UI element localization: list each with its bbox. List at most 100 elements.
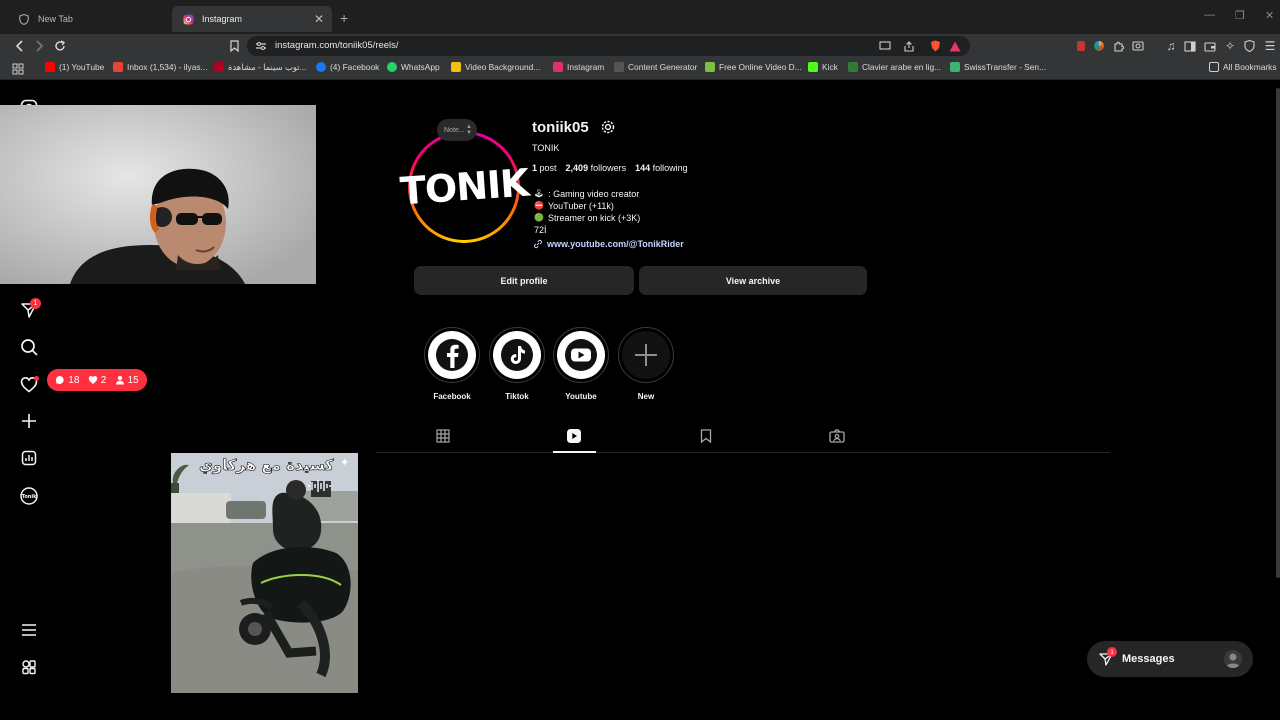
- create-icon[interactable]: [19, 411, 39, 431]
- apps-grid-icon[interactable]: [10, 61, 26, 77]
- bookmark-video-downloader[interactable]: Free Online Video D...: [705, 62, 802, 72]
- svg-text:Tonik: Tonik: [22, 494, 37, 500]
- taskbar-strip: [0, 693, 1280, 720]
- profile-avatar-icon[interactable]: Tonik: [19, 486, 39, 506]
- highlight-youtube[interactable]: Youtube: [552, 327, 610, 401]
- bookmark-video-background[interactable]: Video Background...: [451, 62, 540, 72]
- messages-unread-badge: 1: [1107, 647, 1117, 657]
- bookmark-youtube[interactable]: (1) YouTube: [45, 62, 104, 72]
- likes-count: 2: [88, 375, 106, 386]
- restore-icon[interactable]: ❐: [1235, 9, 1245, 22]
- address-bar[interactable]: instagram.com/toniik05/reels/: [247, 36, 970, 56]
- bio-line: 🟢 Streamer on kick (+3K): [534, 213, 641, 223]
- profile-bio: 🕹: Gaming video creator ⛔ YouTuber (+11k)…: [534, 188, 640, 236]
- reel-thumbnail[interactable]: كسيدة مع هركاوي ✦: [171, 453, 358, 693]
- posts-grid-icon[interactable]: [435, 428, 451, 444]
- extension-red-icon[interactable]: [1073, 38, 1089, 54]
- edit-profile-button[interactable]: Edit profile: [414, 266, 634, 295]
- bookmark-gmail[interactable]: Inbox (1,534) - ilyas...: [113, 62, 208, 72]
- browser-toolbar: instagram.com/toniik05/reels/ ♫ ✧ ☰: [0, 34, 1280, 58]
- topcinema-icon: [214, 62, 224, 72]
- site-info-icon[interactable]: [253, 38, 269, 54]
- highlight-facebook[interactable]: Facebook: [423, 327, 481, 401]
- back-icon[interactable]: [12, 38, 28, 54]
- posts-stat: 1 post: [532, 163, 557, 173]
- browser-tab-bar: New Tab Instagram ✕ + — ❐ ✕: [0, 0, 1280, 34]
- webcam-overlay: [0, 105, 316, 284]
- bookmark-swisstransfer[interactable]: SwissTransfer - Sen...: [950, 62, 1046, 72]
- saved-bookmark-icon[interactable]: [698, 428, 714, 444]
- sparkle-icon: ✦: [340, 457, 350, 469]
- active-tab-indicator: [553, 451, 596, 453]
- sidebar-toggle-icon[interactable]: [1182, 38, 1198, 54]
- view-archive-button[interactable]: View archive: [639, 266, 867, 295]
- followers-stat[interactable]: 2,409 followers: [566, 163, 627, 173]
- tab-new-tab[interactable]: New Tab: [8, 6, 170, 32]
- search-icon[interactable]: [19, 337, 39, 357]
- highlight-new[interactable]: New: [617, 327, 675, 401]
- extension-color-icon[interactable]: [1091, 38, 1107, 54]
- share-icon[interactable]: [901, 38, 917, 54]
- gmail-icon: [113, 62, 123, 72]
- cast-icon[interactable]: [877, 38, 893, 54]
- tiktok-icon: [493, 331, 541, 379]
- tab-instagram[interactable]: Instagram ✕: [172, 6, 332, 32]
- shield-icon: [18, 13, 30, 25]
- vpn-icon[interactable]: [1241, 38, 1257, 54]
- bookmark-whatsapp[interactable]: WhatsApp: [387, 62, 440, 72]
- brave-rewards-icon[interactable]: [947, 38, 963, 54]
- forward-icon[interactable]: [31, 38, 47, 54]
- more-menu-icon[interactable]: [19, 620, 39, 640]
- bookmark-topcinema[interactable]: توب سينما - مشاهدة...: [214, 62, 306, 72]
- video-background-icon: [451, 62, 461, 72]
- bookmark-facebook[interactable]: (4) Facebook: [316, 62, 379, 72]
- comment-icon: [56, 375, 64, 385]
- following-stat[interactable]: 144 following: [635, 163, 688, 173]
- profile-avatar[interactable]: TONIK: [398, 131, 530, 243]
- bookmark-instagram[interactable]: Instagram: [553, 62, 604, 72]
- heart-filled-icon: [88, 376, 97, 384]
- notification-summary-pill[interactable]: 18 2 15: [47, 369, 147, 391]
- bio-line: ⛔ YouTuber (+11k): [534, 201, 614, 211]
- reels-icon[interactable]: [566, 428, 582, 444]
- reel-caption: كسيدة مع هركاوي: [199, 456, 334, 475]
- window-close-icon[interactable]: ✕: [1265, 9, 1274, 22]
- close-icon[interactable]: ✕: [314, 12, 324, 26]
- bookmark-kick[interactable]: Kick: [808, 62, 838, 72]
- facebook-icon: [316, 62, 326, 72]
- leo-ai-icon[interactable]: ✧: [1222, 38, 1238, 54]
- dashboard-icon[interactable]: [19, 448, 39, 468]
- screenshot-icon[interactable]: [1130, 38, 1146, 54]
- settings-gear-icon[interactable]: [600, 119, 616, 135]
- all-bookmarks[interactable]: All Bookmarks: [1209, 62, 1277, 72]
- download-arrow-icon: [705, 62, 715, 72]
- page-scrollbar[interactable]: [1276, 88, 1280, 578]
- webcam-person-image: [0, 105, 316, 284]
- profile-link[interactable]: www.youtube.com/@TonikRider: [533, 239, 684, 249]
- also-from-meta-icon[interactable]: [19, 657, 39, 677]
- extensions-puzzle-icon[interactable]: [1111, 38, 1127, 54]
- wallet-icon[interactable]: [1202, 38, 1218, 54]
- media-icon[interactable]: ♫: [1163, 38, 1179, 54]
- bookmark-icon[interactable]: [226, 38, 242, 54]
- swisstransfer-icon: [950, 62, 960, 72]
- minimize-icon[interactable]: —: [1204, 9, 1215, 21]
- instagram-icon: [553, 62, 563, 72]
- facebook-icon: [428, 331, 476, 379]
- profile-full-name: TONIK: [532, 143, 560, 153]
- conversation-avatar: [1224, 650, 1242, 668]
- brave-shield-icon[interactable]: [927, 38, 943, 54]
- reload-icon[interactable]: [52, 38, 68, 54]
- messages-badge: 1: [30, 298, 41, 309]
- note-bubble[interactable]: Note... ▲ ▼: [437, 119, 477, 141]
- menu-icon[interactable]: ☰: [1262, 38, 1278, 54]
- bookmark-clavier-arabe[interactable]: Clavier arabe en lig...: [848, 62, 941, 72]
- highlight-tiktok[interactable]: Tiktok: [488, 327, 546, 401]
- new-tab-button[interactable]: +: [340, 10, 348, 26]
- tagged-icon[interactable]: [829, 428, 845, 444]
- tab-label: New Tab: [38, 14, 73, 24]
- bookmark-content-generator[interactable]: Content Generator: [614, 62, 697, 72]
- instagram-icon: [182, 13, 194, 25]
- messages-button[interactable]: 1 Messages: [1087, 641, 1253, 677]
- green-circle-icon: 🟢: [534, 213, 544, 222]
